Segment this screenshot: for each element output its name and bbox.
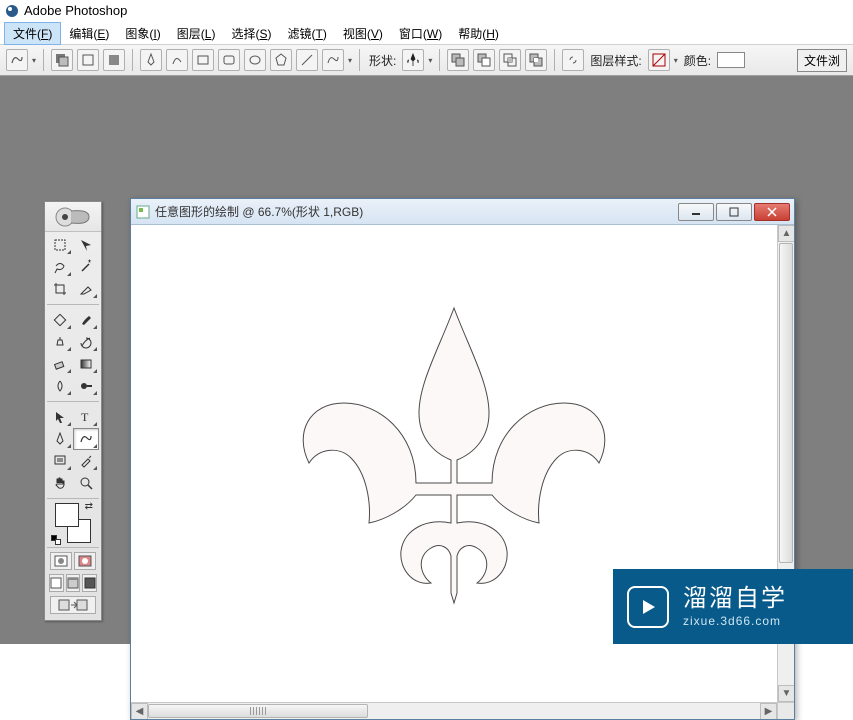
brush-tool-icon[interactable] [73,309,99,331]
toolbox: T ⇄ [44,201,102,621]
type-tool-icon[interactable]: T [73,406,99,428]
menu-filter[interactable]: 滤镜(T) [279,23,334,44]
menu-edit[interactable]: 编辑(E) [61,23,117,44]
custom-shape-icon[interactable] [322,49,344,71]
menu-file[interactable]: 文件(F) [4,22,61,45]
path-selection-tool-icon[interactable] [47,406,73,428]
freeform-pen-icon[interactable] [166,49,188,71]
watermark-domain: zixue.3d66.com [683,614,787,628]
menu-layer[interactable]: 图层(L) [169,23,224,44]
quickmask-mode-icon[interactable] [74,552,96,570]
app-title: Adobe Photoshop [24,3,127,18]
paths-mode-icon[interactable] [77,49,99,71]
horizontal-scroll-thumb[interactable] [148,704,368,718]
shape-intersect-icon[interactable] [499,49,521,71]
eyedropper-tool-icon[interactable] [73,450,99,472]
scroll-down-icon[interactable]: ▼ [778,685,794,702]
notes-tool-icon[interactable] [47,450,73,472]
magic-wand-tool-icon[interactable] [73,256,99,278]
blur-tool-icon[interactable] [47,375,73,397]
fullscreen-icon[interactable] [82,574,97,592]
link-icon[interactable] [562,49,584,71]
crop-tool-icon[interactable] [47,278,73,300]
clone-stamp-tool-icon[interactable] [47,331,73,353]
scroll-up-icon[interactable]: ▲ [778,225,794,242]
title-bar: Adobe Photoshop [0,0,853,22]
photoshop-app-icon [4,3,20,19]
lasso-tool-icon[interactable] [47,256,73,278]
custom-shape-tool-icon[interactable] [6,49,28,71]
shape-label: 形状: [369,52,396,69]
shape-subtract-icon[interactable] [473,49,495,71]
hand-tool-icon[interactable] [47,472,73,494]
color-label: 颜色: [684,52,711,69]
polygon-shape-icon[interactable] [270,49,292,71]
pen-tool-icon[interactable] [140,49,162,71]
custom-shape-tool-selected-icon[interactable] [73,428,99,450]
shape-layers-mode-icon[interactable] [51,49,73,71]
document-title: 任意图形的绘制 @ 66.7%(形状 1,RGB) [155,203,363,220]
document-icon [135,204,151,220]
line-shape-icon[interactable] [296,49,318,71]
dodge-tool-icon[interactable] [73,375,99,397]
gradient-tool-icon[interactable] [73,353,99,375]
ellipse-shape-icon[interactable] [244,49,266,71]
fill-pixels-mode-icon[interactable] [103,49,125,71]
document-titlebar[interactable]: 任意图形的绘制 @ 66.7%(形状 1,RGB) [131,199,794,225]
default-colors-icon[interactable] [51,535,61,545]
document-body: ▲ ▼ ◀ ▶ [131,225,794,719]
foreground-color-swatch[interactable] [55,503,79,527]
shape-exclude-icon[interactable] [525,49,547,71]
shape-add-icon[interactable] [447,49,469,71]
scroll-left-icon[interactable]: ◀ [131,703,148,720]
menu-image[interactable]: 图象(I) [117,23,168,44]
options-bar: ▾ ▾ 形状: ▾ 图层样式: ▾ 颜色: 文件浏 [0,44,853,76]
standard-screen-icon[interactable] [49,574,64,592]
rectangle-shape-icon[interactable] [192,49,214,71]
file-browse-button[interactable]: 文件浏 [797,49,847,72]
minimize-button[interactable] [678,203,714,221]
jump-to-imageready-icon[interactable] [50,596,96,614]
standard-mode-icon[interactable] [50,552,72,570]
menu-select[interactable]: 选择(S) [223,23,279,44]
horizontal-scrollbar[interactable]: ◀ ▶ [131,702,777,719]
shape-preview-fleur-icon[interactable] [402,49,424,71]
svg-text:T: T [81,410,89,424]
marquee-tool-icon[interactable] [47,234,73,256]
resize-grip[interactable] [777,702,794,719]
toolbox-header-icon [45,202,101,232]
close-button[interactable] [754,203,790,221]
healing-brush-tool-icon[interactable] [47,309,73,331]
menu-bar: 文件(F) 编辑(E) 图象(I) 图层(L) 选择(S) 滤镜(T) 视图(V… [0,22,853,44]
layer-style-label: 图层样式: [590,52,641,69]
fullscreen-menubar-icon[interactable] [66,574,81,592]
menu-window[interactable]: 窗口(W) [391,23,450,44]
swap-colors-icon[interactable]: ⇄ [85,501,93,512]
zoom-tool-icon[interactable] [73,472,99,494]
foreground-background-colors[interactable]: ⇄ [51,501,95,545]
layer-style-none-icon[interactable] [648,49,670,71]
menu-view[interactable]: 视图(V) [335,23,391,44]
eraser-tool-icon[interactable] [47,353,73,375]
history-brush-tool-icon[interactable] [73,331,99,353]
watermark: 溜溜自学 zixue.3d66.com [613,569,853,644]
watermark-play-icon [627,586,669,628]
vertical-scroll-thumb[interactable] [779,243,793,563]
workspace: T ⇄ [0,76,853,644]
watermark-brand: 溜溜自学 [683,585,787,614]
menu-help[interactable]: 帮助(H) [450,23,507,44]
rounded-rect-shape-icon[interactable] [218,49,240,71]
slice-tool-icon[interactable] [73,278,99,300]
fleur-de-lis-shape [269,288,639,608]
move-tool-icon[interactable] [73,234,99,256]
pen-tool-icon[interactable] [47,428,73,450]
color-swatch[interactable] [717,52,745,68]
scroll-right-icon[interactable]: ▶ [760,703,777,720]
maximize-button[interactable] [716,203,752,221]
